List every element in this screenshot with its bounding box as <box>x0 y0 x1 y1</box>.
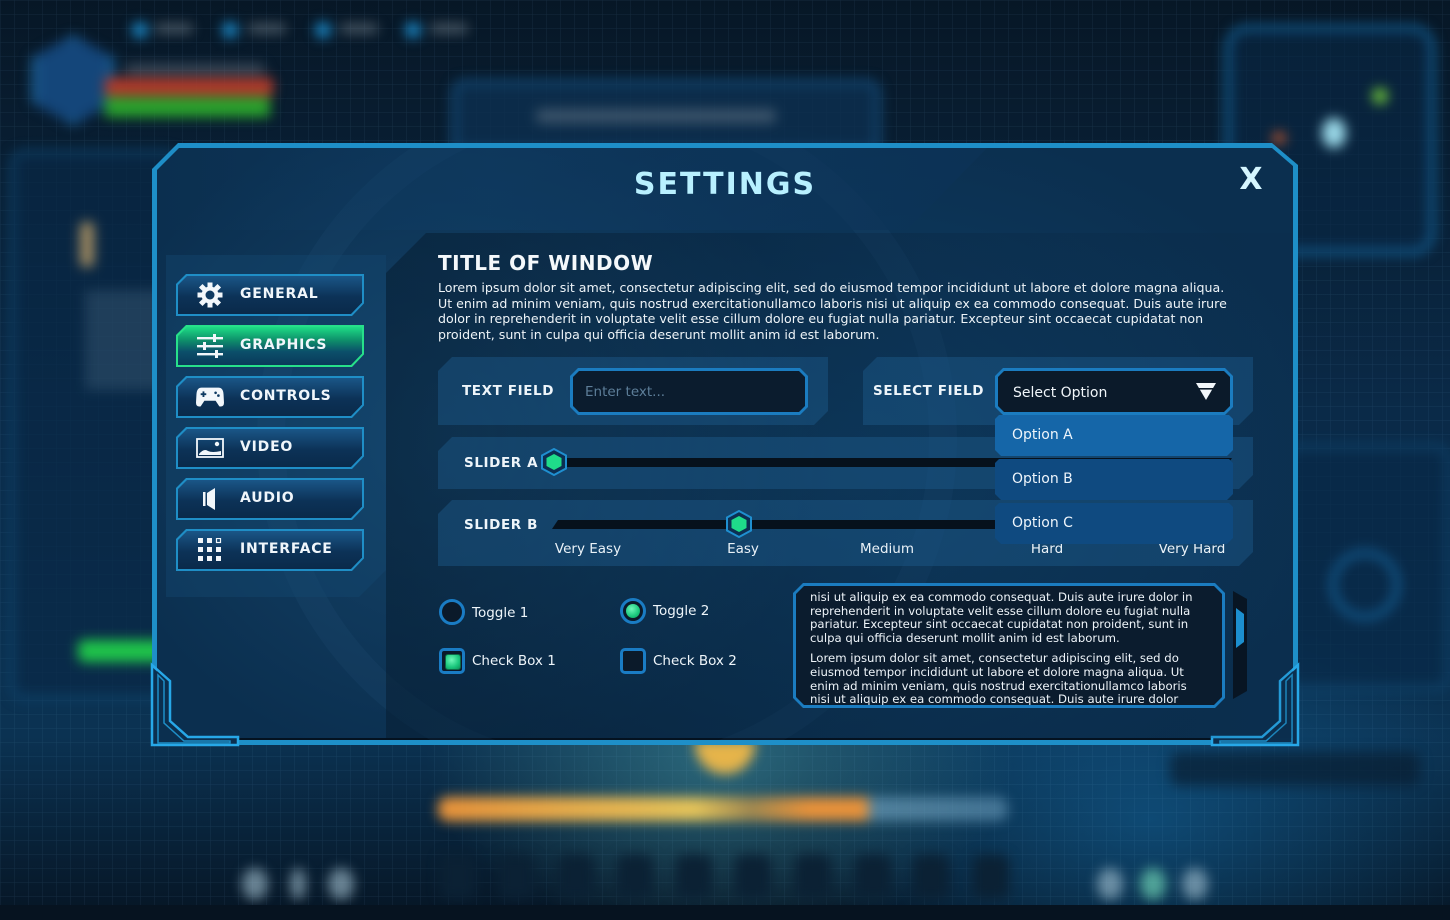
settings-window: SETTINGS X GENERAL GRAPHICS CONTROLS VID… <box>150 143 1300 747</box>
dropdown-menu: Option A Option B Option C <box>995 415 1233 547</box>
sidebar-item-label: GRAPHICS <box>240 337 328 353</box>
slider-a-thumb[interactable] <box>541 448 567 476</box>
toggle-2-label: Toggle 2 <box>653 603 710 619</box>
checkbox-1-label: Check Box 1 <box>472 653 556 669</box>
stats-panel-blur <box>1170 752 1420 786</box>
option-label: Option A <box>1012 427 1073 443</box>
hud-button-blur <box>328 868 354 900</box>
select-field-label: SELECT FIELD <box>873 383 985 399</box>
select-field-dropdown[interactable]: Select Option <box>995 368 1233 415</box>
checkbox-1[interactable] <box>439 648 465 674</box>
sidebar-item-interface[interactable]: INTERFACE <box>176 529 364 571</box>
option-label: Option B <box>1012 471 1073 487</box>
sidebar-item-label: GENERAL <box>240 286 319 302</box>
checkbox-2[interactable] <box>620 648 646 674</box>
corner-ornament-bottom-left <box>150 662 240 747</box>
text-field-label: TEXT FIELD <box>462 383 555 399</box>
status-label <box>248 24 286 33</box>
status-dot <box>405 22 421 38</box>
tick-label[interactable]: Very Easy <box>555 541 621 557</box>
status-dot <box>315 22 331 38</box>
close-button[interactable]: X <box>1236 165 1266 195</box>
option-label: Option C <box>1012 515 1073 531</box>
health-bar <box>105 78 273 96</box>
chevron-down-icon <box>1196 383 1216 401</box>
tick-label[interactable]: Easy <box>727 541 759 557</box>
minimap-marker <box>1372 88 1388 104</box>
scroll-text-paragraph: nisi ut aliquip ex ea commodo consequat.… <box>810 590 1193 645</box>
minimap-marker <box>1322 118 1346 148</box>
section-title: TITLE OF WINDOW <box>438 251 654 275</box>
hud-button-blur <box>1182 868 1208 900</box>
text-field-frame <box>570 368 808 415</box>
sidebar-item-audio[interactable]: AUDIO <box>176 478 364 520</box>
toggle-1-radio[interactable] <box>439 599 465 625</box>
slider-b-thumb[interactable] <box>726 510 752 538</box>
status-label <box>430 24 468 33</box>
sidebar-item-label: VIDEO <box>240 439 294 455</box>
hud-button-blur <box>290 868 306 900</box>
toggle-2-radio[interactable] <box>620 598 646 624</box>
hotbar-slot <box>498 855 534 899</box>
hud-button-blur <box>1097 868 1123 900</box>
slider-a-label: SLIDER A <box>464 455 539 471</box>
xp-bar-blur <box>438 797 1008 821</box>
sidebar-item-label: AUDIO <box>240 490 295 506</box>
sidebar-item-general[interactable]: GENERAL <box>176 274 364 316</box>
window-title: SETTINGS <box>633 167 817 202</box>
sidebar-item-label: INTERFACE <box>240 541 333 557</box>
sidebar-nav: GENERAL GRAPHICS CONTROLS VIDEO AUDIO IN… <box>176 274 364 580</box>
scroll-text-area[interactable]: nisi ut aliquip ex ea commodo consequat.… <box>796 586 1222 705</box>
sidebar-item-video[interactable]: VIDEO <box>176 427 364 469</box>
slider-b-label: SLIDER B <box>464 517 538 533</box>
hotbar-slot <box>440 855 476 899</box>
dropdown-option-c[interactable]: Option C <box>995 503 1233 544</box>
stamina-bar <box>105 97 270 117</box>
section-description: Lorem ipsum dolor sit amet, consectetur … <box>438 280 1227 342</box>
gamepad-icon <box>196 384 224 410</box>
checkbox-2-label: Check Box 2 <box>653 653 737 669</box>
abilities-panel-blur <box>452 80 880 152</box>
hud-button-blur <box>1140 868 1166 900</box>
hotbar-slot <box>795 855 831 899</box>
energy-orb-blur <box>695 740 755 774</box>
select-field-value: Select Option <box>1013 385 1108 401</box>
dropdown-option-b[interactable]: Option B <box>995 459 1233 500</box>
hotbar-slot <box>558 855 594 899</box>
hotbar-slot <box>735 855 771 899</box>
hud-button-blur <box>242 868 268 900</box>
scrollbar-thumb[interactable] <box>1236 608 1244 648</box>
sidebar-item-graphics[interactable]: GRAPHICS <box>176 325 364 367</box>
hotbar-slot <box>676 855 712 899</box>
status-dot <box>132 22 148 38</box>
player-portrait-frame <box>32 35 114 125</box>
text-field-input[interactable] <box>573 371 805 412</box>
status-dot <box>222 22 238 38</box>
inventory-ring-blur <box>1330 550 1400 620</box>
hotbar-slot <box>855 855 891 899</box>
sidebar-item-label: CONTROLS <box>240 388 332 404</box>
grid-icon <box>196 537 224 563</box>
speaker-icon <box>196 486 224 512</box>
hotbar-slot <box>617 855 653 899</box>
hotbar-slot <box>973 855 1009 899</box>
image-icon <box>196 435 224 461</box>
quest-icon-blur <box>80 222 94 267</box>
bottom-strip <box>0 905 1450 920</box>
sidebar-item-controls[interactable]: CONTROLS <box>176 376 364 418</box>
dropdown-option-a[interactable]: Option A <box>995 415 1233 456</box>
sliders-icon <box>196 333 224 359</box>
tick-label[interactable]: Medium <box>860 541 914 557</box>
player-name-blur <box>125 64 265 74</box>
gear-icon <box>196 282 224 308</box>
status-label <box>340 24 378 33</box>
hotbar-slot <box>913 855 949 899</box>
status-label <box>155 24 193 33</box>
scroll-text-frame: nisi ut aliquip ex ea commodo consequat.… <box>793 583 1225 708</box>
scroll-text-paragraph: Lorem ipsum dolor sit amet, consectetur … <box>810 651 1187 705</box>
toggle-1-label: Toggle 1 <box>472 605 529 621</box>
